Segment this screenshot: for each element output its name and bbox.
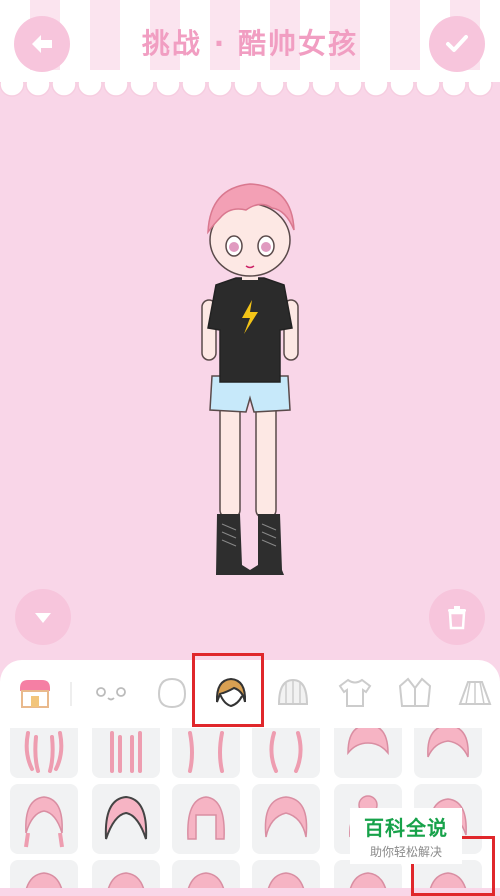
hat-icon	[277, 678, 309, 705]
watermark-sub: 助你轻松解决	[369, 845, 442, 859]
head-icon	[157, 677, 187, 709]
check-icon	[446, 35, 468, 52]
tab-shop[interactable]	[10, 668, 60, 718]
hair-style-icon	[427, 728, 469, 758]
jacket-icon	[398, 677, 432, 707]
hair-option[interactable]	[334, 728, 402, 778]
hair-style-icon	[104, 795, 148, 840]
page-title: 挑战 · 酷帅女孩	[141, 27, 359, 60]
collapse-button[interactable]	[15, 589, 71, 645]
hair-style-icon	[269, 731, 303, 773]
face-icon	[96, 687, 126, 701]
hair-style-icon	[187, 796, 225, 840]
hair-option[interactable]	[92, 860, 160, 888]
hair-style-icon	[24, 731, 64, 773]
tab-jacket[interactable]	[390, 668, 440, 718]
hair-option[interactable]	[172, 784, 240, 854]
hair-option[interactable]	[92, 784, 160, 854]
tab-divider	[70, 682, 72, 706]
hair-style-icon	[25, 872, 63, 888]
hair-option[interactable]	[172, 860, 240, 888]
arrow-left-icon	[32, 35, 52, 53]
tab-face[interactable]	[86, 668, 136, 718]
tab-tshirt[interactable]	[330, 668, 380, 718]
hair-option[interactable]	[10, 860, 78, 888]
tshirt-icon	[338, 678, 372, 707]
hair-option[interactable]	[252, 784, 320, 854]
character-avatar	[201, 183, 299, 575]
hair-option[interactable]	[414, 728, 482, 778]
hair-option[interactable]	[10, 728, 78, 778]
hair-option[interactable]	[10, 784, 78, 854]
watermark-main: 百科全说	[364, 816, 448, 840]
back-button[interactable]	[14, 16, 70, 72]
hair-option[interactable]	[92, 728, 160, 778]
hair-option[interactable]	[252, 728, 320, 778]
hair-style-icon	[267, 872, 305, 888]
watermark: 百科全说 助你轻松解决	[350, 808, 462, 864]
trash-icon	[448, 606, 466, 630]
hair-option[interactable]	[172, 728, 240, 778]
hair-style-icon	[347, 728, 389, 756]
trash-button[interactable]	[429, 589, 485, 645]
hair-style-icon	[107, 872, 145, 888]
chevron-down-icon	[35, 613, 51, 623]
hair-style-icon	[24, 796, 64, 848]
tab-skirt[interactable]	[450, 668, 500, 718]
hair-style-icon	[187, 872, 225, 888]
confirm-button[interactable]	[429, 16, 485, 72]
hair-style-icon	[349, 872, 387, 888]
hair-style-icon	[110, 731, 142, 773]
tab-hat[interactable]	[268, 668, 318, 718]
hair-option[interactable]	[252, 860, 320, 888]
selected-tab-highlight	[192, 653, 264, 727]
hair-style-icon	[264, 796, 308, 838]
shop-icon	[20, 680, 50, 708]
hair-option[interactable]	[334, 860, 402, 888]
tab-head[interactable]	[147, 668, 197, 718]
skirt-icon	[458, 681, 492, 705]
hair-style-icon	[188, 731, 224, 773]
